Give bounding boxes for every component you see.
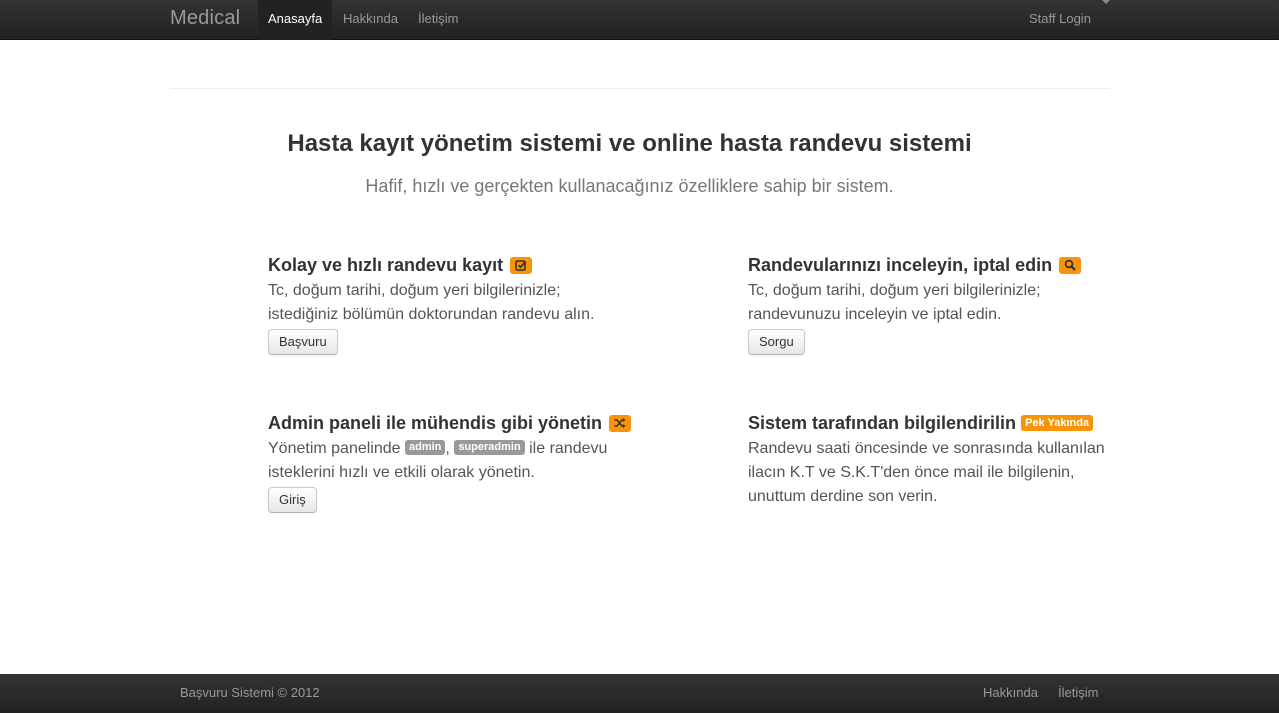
- feature-description: Tc, doğum tarihi, doğum yeri bilgilerini…: [748, 279, 1118, 327]
- feature-title: Sistem tarafından bilgilendirilin Pek Ya…: [748, 411, 1118, 435]
- nav-item-contact[interactable]: İletişim: [408, 0, 468, 40]
- apply-button[interactable]: Başvuru: [268, 329, 338, 355]
- description-text: Yönetim panelinde: [268, 440, 401, 457]
- description-line: isteklerini hızlı ve etkili olarak yönet…: [268, 464, 535, 481]
- feature-notification: Sistem tarafından bilgilendirilin Pek Ya…: [748, 411, 1118, 509]
- search-icon: [1059, 256, 1082, 274]
- footer-copyright: Başvuru Sistemi © 2012: [180, 685, 320, 700]
- description-text: ile randevu: [529, 440, 608, 457]
- top-navbar: Medical Anasayfa Hakkında İletişim Staff…: [0, 0, 1279, 40]
- staff-login-link[interactable]: Staff Login: [1019, 0, 1101, 40]
- feature-description: Randevu saati öncesinde ve sonrasında ku…: [748, 437, 1118, 509]
- login-button[interactable]: Giriş: [268, 487, 317, 513]
- feature-title: Admin paneli ile mühendis gibi yönetin: [268, 411, 638, 435]
- navbar-container: Medical Anasayfa Hakkında İletişim Staff…: [170, 0, 1110, 40]
- footer: Başvuru Sistemi © 2012 Hakkında İletişim: [0, 674, 1279, 713]
- coming-soon-badge: Pek Yakında: [1021, 415, 1094, 432]
- description-line: unuttum derdine son verin.: [748, 488, 938, 505]
- check-square-icon: [510, 256, 533, 274]
- description-line: istediğiniz bölümün doktorundan randevu …: [268, 306, 595, 323]
- description-line: Randevu saati öncesinde ve sonrasında ku…: [748, 440, 1105, 457]
- footer-link-about[interactable]: Hakkında: [983, 685, 1038, 700]
- nav-item-home[interactable]: Anasayfa: [258, 0, 333, 40]
- feature-title: Randevularınızı inceleyin, iptal edin: [748, 253, 1118, 277]
- feature-title-text: Sistem tarafından bilgilendirilin: [748, 413, 1017, 433]
- header-divider: [170, 88, 1110, 89]
- page-subtitle: Hafif, hızlı ve gerçekten kullanacağınız…: [365, 176, 894, 196]
- separator-text: ,: [445, 440, 450, 457]
- brand-logo[interactable]: Medical: [170, 7, 240, 30]
- description-line: ilacın K.T ve S.K.T'den önce mail ile bi…: [748, 464, 1075, 481]
- feature-query: Randevularınızı inceleyin, iptal edin Tc…: [748, 253, 1118, 355]
- feature-description: Tc, doğum tarihi, doğum yeri bilgilerini…: [268, 279, 638, 327]
- page-title: Hasta kayıt yönetim sistemi ve online ha…: [287, 130, 972, 157]
- description-line: Tc, doğum tarihi, doğum yeri bilgilerini…: [268, 282, 561, 299]
- superadmin-badge: superadmin: [454, 440, 525, 456]
- nav-item-about[interactable]: Hakkında: [333, 0, 408, 40]
- description-line: Tc, doğum tarihi, doğum yeri bilgilerini…: [748, 282, 1041, 299]
- feature-title-text: Admin paneli ile mühendis gibi yönetin: [268, 413, 603, 433]
- shuffle-icon: [609, 414, 632, 432]
- feature-appointment: Kolay ve hızlı randevu kayıt Tc, doğum t…: [268, 253, 638, 355]
- query-button[interactable]: Sorgu: [748, 329, 805, 355]
- feature-admin: Admin paneli ile mühendis gibi yönetin Y…: [268, 411, 638, 513]
- feature-title: Kolay ve hızlı randevu kayıt: [268, 253, 638, 277]
- admin-badge: admin: [405, 440, 446, 456]
- feature-title-text: Kolay ve hızlı randevu kayıt: [268, 255, 504, 275]
- footer-link-contact[interactable]: İletişim: [1058, 685, 1098, 700]
- caret-icon: [1102, 0, 1110, 4]
- feature-description: Yönetim panelinde admin, superadmin ile …: [268, 437, 638, 485]
- feature-title-text: Randevularınızı inceleyin, iptal edin: [748, 255, 1053, 275]
- description-line: randevunuzu inceleyin ve iptal edin.: [748, 306, 1002, 323]
